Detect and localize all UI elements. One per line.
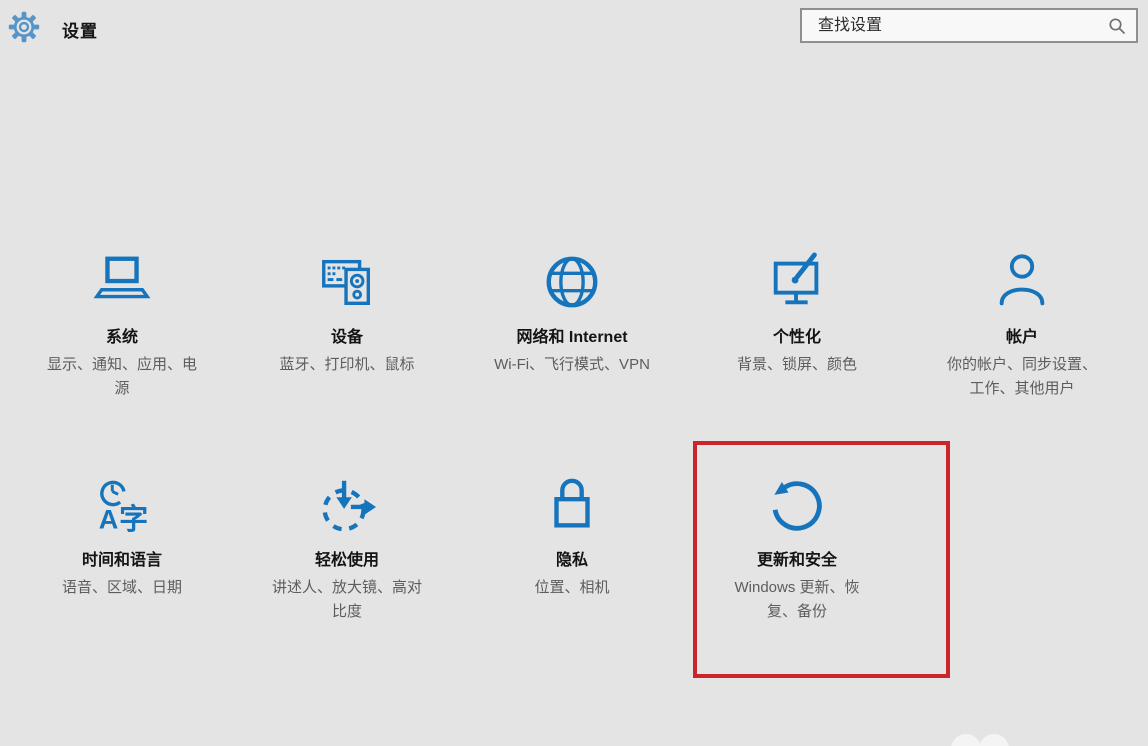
tile-title: 时间和语言 bbox=[12, 546, 232, 570]
tile-title: 帐户 bbox=[912, 323, 1132, 347]
svg-text:A: A bbox=[99, 503, 119, 534]
tile-subtitle: 显示、通知、应用、电 源 bbox=[12, 353, 232, 400]
tile-title: 系统 bbox=[12, 323, 232, 347]
tile-privacy[interactable]: 隐私 位置、相机 bbox=[462, 470, 682, 600]
devices-keyboard-speaker-icon bbox=[316, 251, 378, 313]
search-icon[interactable] bbox=[1107, 16, 1127, 36]
tile-system[interactable]: 系统 显示、通知、应用、电 源 bbox=[12, 247, 232, 400]
accounts-person-icon bbox=[991, 251, 1053, 313]
update-security-refresh-icon bbox=[766, 474, 828, 536]
tile-time-language[interactable]: A 字 时间和语言 语音、区域、日期 bbox=[12, 470, 232, 600]
tile-subtitle: 你的帐户、同步设置、 工作、其他用户 bbox=[912, 353, 1132, 400]
tile-ease-of-access[interactable]: 轻松使用 讲述人、放大镜、高对 比度 bbox=[237, 470, 457, 623]
page-title: 设置 bbox=[62, 17, 98, 42]
tile-title: 个性化 bbox=[687, 323, 907, 347]
tile-title: 隐私 bbox=[462, 546, 682, 570]
tile-devices[interactable]: 设备 蓝牙、打印机、鼠标 bbox=[237, 247, 457, 377]
watermark-circle bbox=[979, 734, 1009, 746]
search-input[interactable] bbox=[802, 10, 1136, 41]
tile-subtitle: 讲述人、放大镜、高对 比度 bbox=[237, 576, 457, 623]
tile-subtitle: 位置、相机 bbox=[462, 576, 682, 600]
tile-subtitle: 语音、区域、日期 bbox=[12, 576, 232, 600]
settings-gear-icon bbox=[8, 11, 40, 43]
tile-title: 网络和 Internet bbox=[462, 323, 682, 347]
tile-subtitle: 背景、锁屏、颜色 bbox=[687, 353, 907, 377]
tile-subtitle: 蓝牙、打印机、鼠标 bbox=[237, 353, 457, 377]
system-laptop-icon bbox=[91, 251, 153, 313]
ease-of-access-icon bbox=[316, 474, 378, 536]
tile-network-internet[interactable]: 网络和 Internet Wi-Fi、飞行模式、VPN bbox=[462, 247, 682, 377]
tile-accounts[interactable]: 帐户 你的帐户、同步设置、 工作、其他用户 bbox=[912, 247, 1132, 400]
tile-title: 更新和安全 bbox=[687, 546, 907, 570]
time-language-clock-icon: A 字 bbox=[91, 474, 153, 536]
tile-subtitle: Wi-Fi、飞行模式、VPN bbox=[462, 353, 682, 377]
personalization-monitor-pen-icon bbox=[766, 251, 828, 313]
svg-text:字: 字 bbox=[119, 502, 148, 536]
watermark-circle bbox=[951, 734, 981, 746]
network-globe-icon bbox=[541, 251, 603, 313]
privacy-lock-icon bbox=[541, 474, 603, 536]
tile-title: 设备 bbox=[237, 323, 457, 347]
tile-subtitle: Windows 更新、恢 复、备份 bbox=[687, 576, 907, 623]
tile-update-security[interactable]: 更新和安全 Windows 更新、恢 复、备份 bbox=[687, 470, 907, 623]
search-box[interactable] bbox=[800, 8, 1138, 43]
tile-personalization[interactable]: 个性化 背景、锁屏、颜色 bbox=[687, 247, 907, 377]
tile-title: 轻松使用 bbox=[237, 546, 457, 570]
